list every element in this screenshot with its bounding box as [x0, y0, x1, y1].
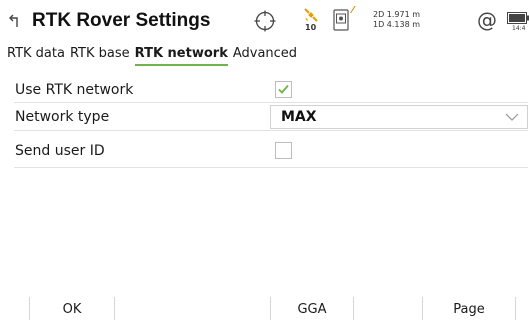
use-rtk-network-row: Use RTK network	[0, 78, 529, 104]
softkey-f2[interactable]	[115, 297, 270, 320]
tab-rtk-data[interactable]: RTK data	[7, 46, 65, 66]
divider	[14, 167, 528, 168]
network-type-select[interactable]: MAX	[270, 105, 528, 129]
page-button[interactable]: Page	[423, 297, 515, 320]
divider	[14, 130, 528, 131]
tab-advanced[interactable]: Advanced	[233, 46, 297, 66]
page-title: RTK Rover Settings	[32, 10, 211, 31]
softkey-f4[interactable]	[354, 297, 422, 320]
tab-bar: RTK data RTK base RTK network Advanced	[7, 46, 302, 66]
device-accent-icon: ⁄	[352, 5, 354, 16]
network-type-label: Network type	[15, 109, 110, 125]
battery-icon[interactable]	[507, 12, 529, 24]
softkey-f6[interactable]	[516, 297, 529, 320]
use-rtk-network-label: Use RTK network	[15, 82, 134, 98]
satellite-icon[interactable]	[303, 7, 319, 23]
precision-readout: 2D 1.971 m 1D 4.138 m	[373, 10, 420, 30]
network-type-value: MAX	[281, 109, 317, 125]
softkey-bar: OK GGA Page	[0, 297, 529, 320]
send-user-id-row: Send user ID	[0, 139, 529, 165]
battery-label: 14:4	[512, 25, 526, 32]
network-type-row: Network type MAX	[0, 105, 529, 131]
send-user-id-checkbox[interactable]	[275, 142, 292, 159]
use-rtk-network-checkbox[interactable]	[275, 81, 292, 98]
at-icon[interactable]: @	[477, 8, 497, 32]
chevron-down-icon	[505, 113, 519, 121]
satellite-count: 10	[305, 23, 317, 32]
device-icon[interactable]	[333, 9, 349, 31]
header-bar: RTK Rover Settings 10 ⁄ 2D 1.971 m 1D 4.…	[0, 0, 529, 44]
ok-button[interactable]: OK	[30, 297, 114, 320]
check-icon	[278, 84, 289, 94]
target-crosshair-icon[interactable]	[254, 10, 276, 32]
tab-rtk-base[interactable]: RTK base	[70, 46, 130, 66]
precision-2d: 2D 1.971 m	[373, 10, 421, 19]
tab-rtk-network[interactable]: RTK network	[134, 46, 228, 66]
back-arrow-icon[interactable]	[7, 12, 25, 30]
send-user-id-label: Send user ID	[15, 143, 105, 159]
gga-button[interactable]: GGA	[271, 297, 353, 320]
precision-1d: 1D 4.138 m	[373, 20, 421, 29]
divider	[14, 102, 528, 103]
